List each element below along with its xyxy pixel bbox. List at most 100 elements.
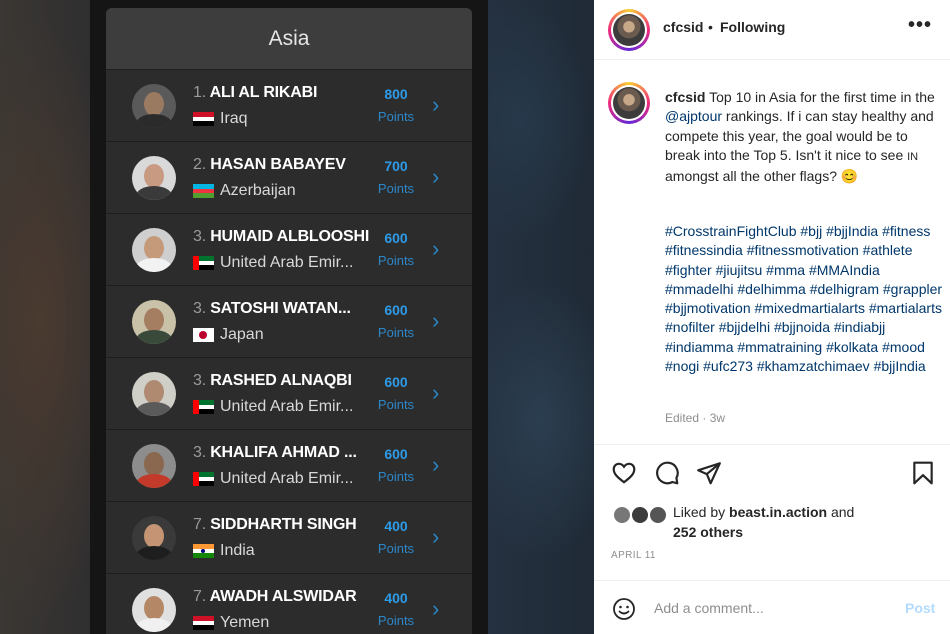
country-name: India [220,542,255,559]
following-button[interactable]: Following [720,19,785,35]
country-name: Azerbaijan [220,182,296,199]
athlete-avatar [132,156,176,200]
athlete-name: SATOSHI WATAN... [210,300,351,317]
country-name: United Arab Emir... [220,398,354,415]
country-name: Yemen [220,614,270,631]
ranking-row[interactable]: 3. SATOSHI WATAN... Japan 600 Points › [106,286,472,358]
liked-prefix: Liked by [673,504,730,520]
points-value: 400 [384,590,408,606]
ranking-row[interactable]: 2. HASAN BABAYEV Azerbaijan 700 Points › [106,142,472,214]
ranking-row[interactable]: 3. RASHED ALNAQBI United Arab Emir... 600 P… [106,358,472,430]
emoji-icon[interactable] [612,597,636,621]
chevron-right-icon[interactable]: › [432,94,439,116]
author-username[interactable]: cfcsid [663,19,703,35]
likes-count[interactable]: 252 others [673,524,743,540]
liker-avatar[interactable] [648,505,668,525]
ranking-row[interactable]: 3. HUMAID ALBLOOSHI United Arab Emir... 60… [106,214,472,286]
uae-flag-icon [193,472,214,486]
chevron-right-icon[interactable]: › [432,382,439,404]
rank-number: 7. [193,516,206,533]
points-label: Points [377,541,415,556]
smile-emoji: 😊 [840,168,859,185]
bookmark-icon[interactable] [910,460,936,486]
country-name: Japan [220,326,264,343]
post-comment-button[interactable]: Post [905,600,935,616]
liker-avatar[interactable] [612,505,632,525]
athlete-avatar [132,300,176,344]
country-name: United Arab Emir... [220,470,354,487]
athlete-name: AWADH ALSWIDAR [209,588,357,605]
country-line: United Arab Emir... [193,398,353,416]
share-icon[interactable] [696,460,722,486]
athlete-name: HASAN BABAYEV [210,156,346,173]
country-line: United Arab Emir... [193,470,353,488]
caption-text: amongst all the other flags? [665,168,841,185]
liker-username[interactable]: beast.in.action [729,504,827,520]
liker-avatar[interactable] [630,505,650,525]
athlete-avatar [132,84,176,128]
comment-icon[interactable] [654,460,680,486]
country-line: Yemen [193,614,269,632]
hashtag-list[interactable]: #CrosstrainFightClub #bjj #bjjIndia #fit… [665,222,945,376]
post-header: cfcsid • Following ••• [594,0,950,60]
author-avatar[interactable] [608,9,650,51]
points-value: 700 [384,158,408,174]
country-line: United Arab Emir... [193,254,353,272]
athlete-name: ALI AL RIKABI [209,84,318,101]
chevron-right-icon[interactable]: › [432,238,439,260]
chevron-right-icon[interactable]: › [432,454,439,476]
points-label: Points [377,109,415,124]
athlete-avatar [132,228,176,272]
ranking-row[interactable]: 7. AWADH ALSWIDAR Yemen 400 Points › [106,574,472,634]
india-flag-icon [193,544,214,558]
chevron-right-icon[interactable]: › [432,310,439,332]
ranking-row[interactable]: 7. SIDDHARTH SINGH India 400 Points › [106,502,472,574]
points-label: Points [377,397,415,412]
caption-username[interactable]: cfcsid [665,89,705,105]
country-line: Azerbaijan [193,182,296,200]
ranking-list: 1. ALI AL RIKABI Iraq 800 Points › 2. HASAN B… [106,70,472,634]
athlete-name-line: 7. AWADH ALSWIDAR [193,588,357,606]
post-image[interactable]: Asia 1. ALI AL RIKABI Iraq 800 Points › 2. HA… [0,0,594,634]
edited-timestamp: Edited · 3w [665,411,726,425]
athlete-name: KHALIFA AHMAD ... [210,444,357,461]
post-date: APRIL 11 [611,550,656,561]
uae-flag-icon [193,256,214,270]
athlete-name-line: 3. RASHED ALNAQBI [193,372,352,390]
chevron-right-icon[interactable]: › [432,526,439,548]
caption-author-avatar[interactable] [608,82,650,124]
liked-and: and [827,504,855,520]
points-value: 600 [384,230,408,246]
athlete-name-line: 3. KHALIFA AHMAD ... [193,444,357,462]
rank-number: 2. [193,156,206,173]
country-name: Iraq [220,110,248,127]
ranking-row[interactable]: 1. ALI AL RIKABI Iraq 800 Points › [106,70,472,142]
points-value: 400 [384,518,408,534]
chevron-right-icon[interactable]: › [432,166,439,188]
country-line: Japan [193,326,264,344]
rank-number: 7. [193,588,206,605]
comment-input[interactable]: Add a comment... [654,600,764,616]
actions-divider [594,444,950,445]
country-line: Iraq [193,110,248,128]
points-value: 600 [384,302,408,318]
ranking-row[interactable]: 3. KHALIFA AHMAD ... United Arab Emir... 6… [106,430,472,502]
chevron-right-icon[interactable]: › [432,598,439,620]
points-label: Points [377,469,415,484]
athlete-name: SIDDHARTH SINGH [210,516,357,533]
rank-number: 3. [193,228,206,245]
more-horizontal-icon[interactable]: ••• [908,14,932,37]
athlete-name: RASHED ALNAQBI [210,372,352,389]
caption-in-text: IN [907,150,919,163]
points-label: Points [377,325,415,340]
mention-link[interactable]: @ajptour [665,108,722,124]
athlete-name-line: 7. SIDDHARTH SINGH [193,516,357,534]
athlete-avatar [132,516,176,560]
athlete-name-line: 2. HASAN BABAYEV [193,156,346,174]
points-label: Points [377,253,415,268]
iraq-flag-icon [193,112,214,126]
heart-icon[interactable] [611,460,637,486]
azerbaijan-flag-icon [193,184,214,198]
post-sidebar: cfcsid • Following ••• cfcsid Top 10 in … [594,0,950,634]
japan-flag-icon [193,328,214,342]
